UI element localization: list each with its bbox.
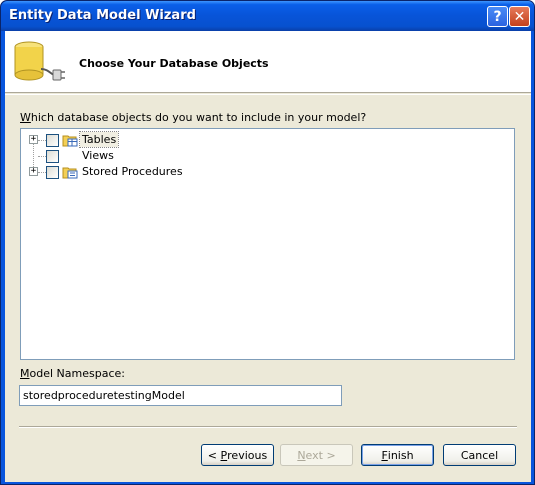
namespace-accel: M [20,367,30,380]
next-accel: N [297,448,306,462]
help-icon: ? [493,8,502,25]
tree-branch-line [38,156,46,157]
tree-branch-line [38,172,46,173]
tree-item-stored-procedures[interactable]: + Stored Procedures [21,164,221,180]
title-bar[interactable]: Entity Data Model Wizard ? ✕ [1,1,534,31]
namespace-label-text: odel Namespace: [29,367,125,380]
stored-procedures-checkbox[interactable] [46,166,59,179]
stored-procedures-label[interactable]: Stored Procedures [80,164,185,179]
previous-accel: P [220,448,228,462]
database-objects-tree[interactable]: + Tables Views + Stored Procedures [20,128,515,360]
page-title: Choose Your Database Objects [79,57,269,70]
expand-stored-procedures-toggle[interactable]: + [29,167,38,176]
tree-item-tables[interactable]: + Tables [21,131,221,148]
finish-button[interactable]: Finish [361,444,434,466]
close-button[interactable]: ✕ [509,6,530,27]
previous-rest: revious [227,448,268,462]
window-title: Entity Data Model Wizard [9,8,196,23]
next-rest: ext > [305,448,336,462]
question-text: hich database objects do you want to inc… [30,111,367,124]
finish-rest: inish [387,448,414,462]
help-button[interactable]: ? [487,6,508,27]
views-label[interactable]: Views [80,148,116,163]
next-button[interactable]: Next > [280,444,353,466]
objects-question-label: Which database objects do you want to in… [20,111,366,124]
tree-item-views[interactable]: Views [21,148,221,164]
folder-proc-icon [62,167,78,179]
close-icon: ✕ [513,8,526,25]
model-namespace-label: Model Namespace: [20,367,125,380]
dialog-client-area: Choose Your Database Objects Which datab… [5,31,531,482]
tree-branch-line [38,140,46,141]
wizard-header: Choose Your Database Objects [5,31,531,93]
question-accel: W [20,111,31,124]
previous-button[interactable]: < Previous [201,444,274,466]
database-plug-icon [14,41,65,81]
wizard-window: Entity Data Model Wizard ? ✕ Choose Your… [0,0,535,485]
expand-tables-toggle[interactable]: + [29,135,38,144]
previous-prefix: < [207,448,221,462]
tables-label[interactable]: Tables [78,131,120,148]
cancel-button[interactable]: Cancel [443,444,516,466]
header-divider [5,94,531,95]
tables-checkbox[interactable] [46,134,59,147]
views-checkbox[interactable] [46,150,59,163]
folder-table-icon [62,135,78,147]
model-namespace-input[interactable]: storedproceduretestingModel [19,385,342,406]
button-area-divider [19,426,517,428]
